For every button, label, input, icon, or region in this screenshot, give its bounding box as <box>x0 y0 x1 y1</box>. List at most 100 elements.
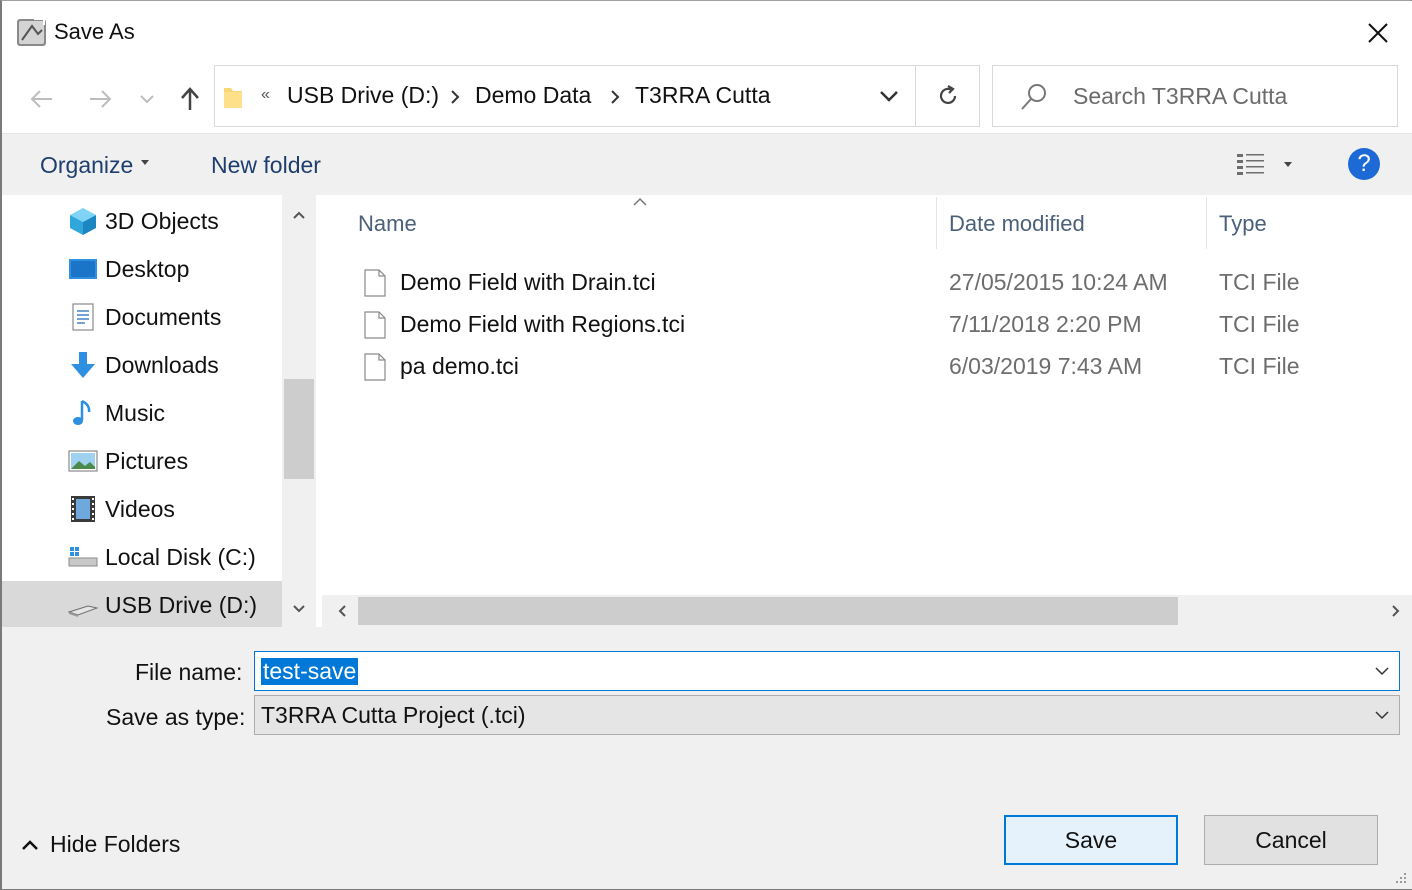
chevron-right-icon[interactable] <box>608 88 622 106</box>
file-icon <box>364 353 386 381</box>
file-name-value[interactable]: test-save <box>261 658 359 685</box>
nav-item-label: Documents <box>105 303 222 330</box>
address-overflow[interactable]: « <box>261 86 270 104</box>
address-history-dropdown[interactable] <box>863 66 915 126</box>
chevron-down-icon <box>880 91 898 102</box>
new-folder-button[interactable]: New folder <box>211 152 321 179</box>
nav-item-label: Music <box>105 399 166 426</box>
column-header-type[interactable]: Type <box>1219 211 1267 237</box>
pictures-icon <box>68 450 98 472</box>
save-type-select[interactable]: T3RRA Cutta Project (.tci) <box>254 695 1400 735</box>
file-row[interactable]: Demo Field with Drain.tci 27/05/2015 10:… <box>356 263 1406 305</box>
address-bar[interactable]: « USB Drive (D:) Demo Data T3RRA Cutta <box>214 65 980 127</box>
column-divider[interactable] <box>1206 197 1207 249</box>
nav-item-music[interactable]: Music <box>2 389 282 437</box>
nav-item-pictures[interactable]: Pictures <box>2 437 282 485</box>
horizontal-scrollbar[interactable] <box>322 595 1412 627</box>
file-list: Name Date modified Type Demo Field with … <box>318 195 1412 627</box>
documents-icon <box>72 303 94 331</box>
close-icon <box>1368 23 1388 43</box>
navigation-pane: 3D Objects Desktop Documents Downloads M… <box>2 195 318 629</box>
save-button[interactable]: Save <box>1004 815 1178 865</box>
details-view-icon[interactable] <box>1236 152 1266 178</box>
nav-item-label: Pictures <box>105 447 189 474</box>
nav-item-3d-objects[interactable]: 3D Objects <box>2 197 282 245</box>
file-type: TCI File <box>1219 311 1300 337</box>
command-bar: Organize New folder ? <box>2 133 1412 195</box>
nav-item-label: Downloads <box>105 351 219 378</box>
up-button[interactable] <box>172 81 208 117</box>
cancel-button[interactable]: Cancel <box>1204 815 1378 865</box>
column-divider[interactable] <box>936 197 937 249</box>
search-icon <box>1021 84 1046 110</box>
save-as-dialog: Save As « USB Drive (D:) Demo Data T3RRA… <box>0 0 1412 890</box>
file-name-label: File name: <box>135 659 243 685</box>
desktop-icon <box>69 259 97 279</box>
save-type-value: T3RRA Cutta Project (.tci) <box>261 702 526 728</box>
file-name-field[interactable]: test-save <box>254 651 1400 691</box>
file-date: 27/05/2015 10:24 AM <box>949 269 1168 295</box>
chevron-up-icon <box>293 211 305 219</box>
back-button[interactable] <box>24 81 60 117</box>
resize-grip-icon[interactable] <box>1392 869 1408 885</box>
app-icon <box>17 18 46 46</box>
column-header-date[interactable]: Date modified <box>949 211 1085 237</box>
breadcrumb-usb-drive[interactable]: USB Drive (D:) <box>287 82 439 109</box>
breadcrumb-demo-data[interactable]: Demo Data <box>475 82 591 109</box>
arrow-right-icon <box>90 90 112 108</box>
nav-item-desktop[interactable]: Desktop <box>2 245 282 293</box>
nav-item-label: Local Disk (C:) <box>105 543 256 570</box>
scroll-down-button[interactable] <box>282 595 316 623</box>
nav-item-downloads[interactable]: Downloads <box>2 341 282 389</box>
scroll-thumb[interactable] <box>284 379 314 479</box>
3d-objects-icon <box>70 208 96 235</box>
downloads-icon <box>71 352 95 378</box>
column-header-name[interactable]: Name <box>358 211 417 237</box>
chevron-right-icon <box>1392 605 1400 617</box>
arrow-left-icon <box>30 90 52 108</box>
refresh-button[interactable] <box>915 66 979 126</box>
caret-down-icon <box>141 160 150 166</box>
arrow-up-icon <box>181 87 199 110</box>
breadcrumb-t3rra-cutta[interactable]: T3RRA Cutta <box>635 82 771 109</box>
search-input[interactable] <box>1073 80 1383 112</box>
scroll-thumb[interactable] <box>358 597 1178 625</box>
scroll-right-button[interactable] <box>1384 599 1408 623</box>
folder-icon <box>224 88 242 108</box>
refresh-icon <box>939 85 956 105</box>
forward-button[interactable] <box>82 81 118 117</box>
nav-item-label: Videos <box>105 495 175 522</box>
nav-item-label: 3D Objects <box>105 207 219 234</box>
file-type: TCI File <box>1219 353 1300 379</box>
nav-item-documents[interactable]: Documents <box>2 293 282 341</box>
close-button[interactable] <box>1358 13 1398 53</box>
nav-item-usb-drive[interactable]: USB Drive (D:) <box>2 581 282 629</box>
file-type: TCI File <box>1219 269 1300 295</box>
usb-drive-icon <box>68 605 98 617</box>
view-options-dropdown[interactable] <box>1284 162 1292 167</box>
file-row[interactable]: pa demo.tci 6/03/2019 7:43 AM TCI File <box>356 347 1406 389</box>
scroll-up-button[interactable] <box>282 201 316 229</box>
save-type-dropdown[interactable] <box>1371 704 1393 726</box>
search-box[interactable] <box>992 65 1398 127</box>
chevron-down-icon <box>1375 666 1389 675</box>
videos-icon <box>71 496 95 522</box>
nav-item-videos[interactable]: Videos <box>2 485 282 533</box>
file-name: Demo Field with Regions.tci <box>400 311 686 337</box>
local-disk-icon <box>68 547 98 567</box>
file-name-dropdown[interactable] <box>1371 660 1393 682</box>
hide-folders-button[interactable]: Hide Folders <box>20 831 180 858</box>
nav-scrollbar[interactable] <box>282 195 316 627</box>
nav-item-local-disk[interactable]: Local Disk (C:) <box>2 533 282 581</box>
chevron-right-icon[interactable] <box>448 88 462 106</box>
chevron-up-icon <box>22 839 38 850</box>
help-icon[interactable]: ? <box>1348 148 1380 180</box>
file-date: 7/11/2018 2:20 PM <box>949 311 1142 337</box>
organize-button[interactable]: Organize <box>40 152 150 179</box>
save-type-label: Save as type: <box>106 704 246 730</box>
organize-label: Organize <box>40 152 134 178</box>
nav-item-label: USB Drive (D:) <box>105 591 258 618</box>
file-row[interactable]: Demo Field with Regions.tci 7/11/2018 2:… <box>356 305 1406 347</box>
recent-locations-button[interactable] <box>132 81 162 117</box>
scroll-left-button[interactable] <box>330 599 354 623</box>
